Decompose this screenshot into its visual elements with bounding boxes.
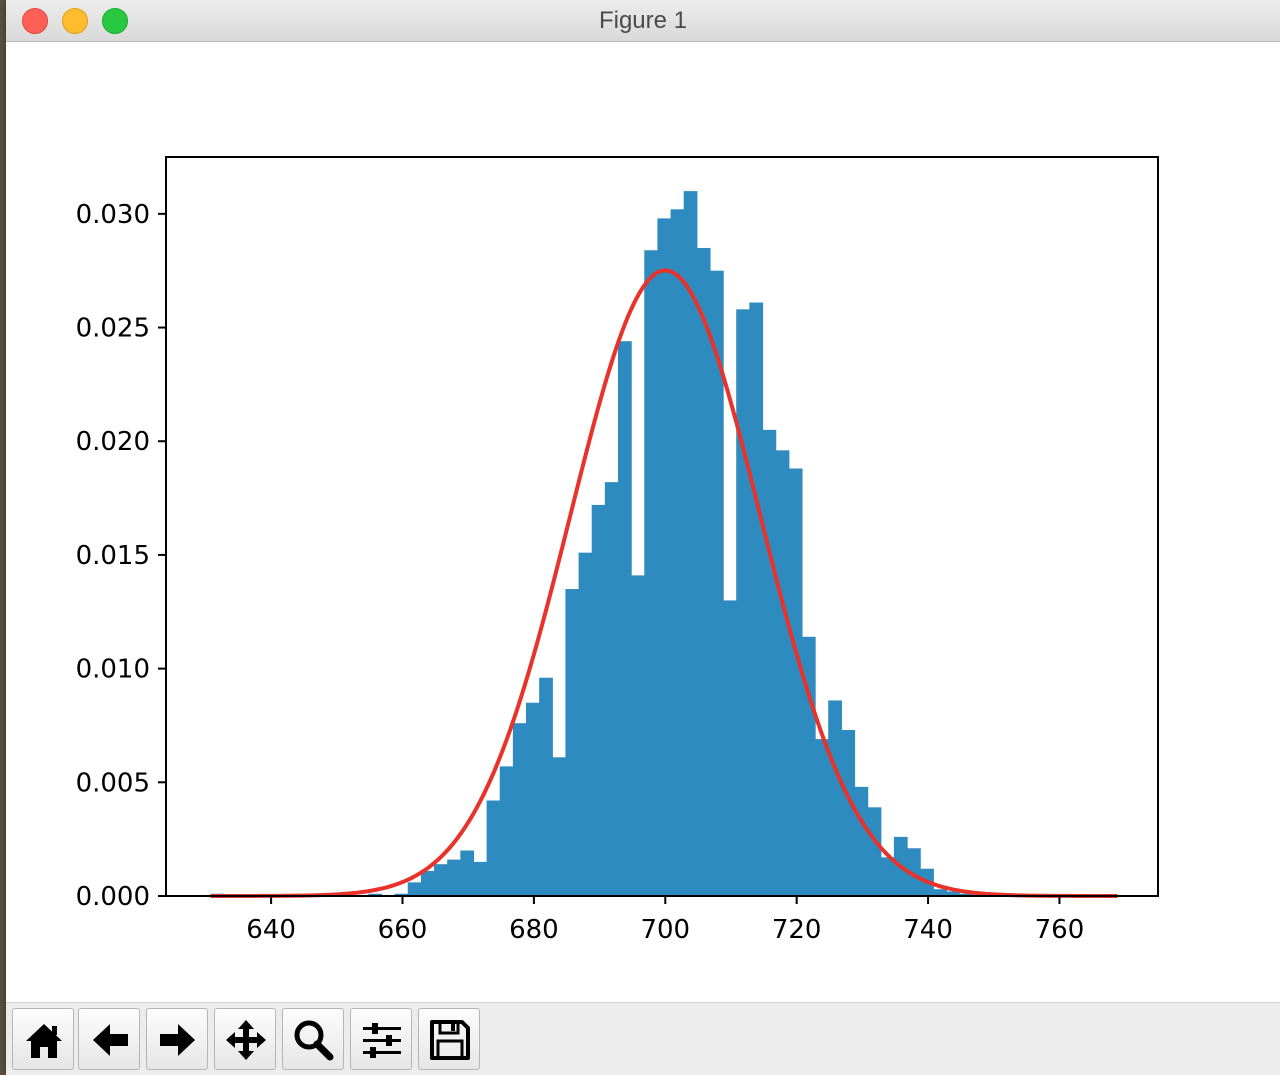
y-tick-label: 0.025 (76, 314, 150, 344)
histogram-bar (736, 309, 750, 897)
histogram-bar (591, 504, 606, 896)
title-bar[interactable]: Figure 1 (6, 0, 1280, 42)
y-tick-label: 0.015 (76, 541, 150, 571)
x-tick-label: 680 (509, 915, 559, 945)
arrow-right-icon (160, 1024, 195, 1056)
back-button[interactable] (78, 1008, 140, 1070)
histogram-bar (880, 857, 895, 896)
histogram-bar (828, 700, 842, 896)
histogram-bar (486, 800, 501, 896)
histogram-bar (539, 677, 553, 896)
histogram-bars (210, 191, 974, 897)
save-icon (430, 1020, 470, 1060)
histogram-bar (434, 864, 448, 896)
histogram-bar (933, 889, 948, 896)
y-tick-label: 0.020 (76, 427, 150, 457)
histogram-bar (552, 757, 567, 896)
histogram-bar (788, 468, 803, 896)
y-tick-label: 0.030 (76, 200, 150, 230)
window-title: Figure 1 (598, 7, 688, 34)
zoom-icon (294, 1020, 334, 1061)
histogram-bar (407, 882, 422, 896)
y-tick-label: 0.005 (76, 768, 150, 798)
histogram-bar (420, 870, 435, 896)
y-tick-label: 0.000 (76, 882, 150, 912)
histogram-bar (473, 861, 488, 896)
home-button[interactable] (12, 1008, 74, 1070)
navigation-toolbar (6, 1002, 1280, 1075)
histogram-bar (749, 302, 764, 897)
arrow-left-icon (93, 1024, 128, 1056)
x-axis-ticks: 640 660 680 700 720 740 760 (246, 896, 1084, 945)
x-tick-label: 640 (246, 915, 296, 945)
histogram-bar (526, 702, 540, 896)
y-tick-label: 0.010 (76, 655, 150, 685)
histogram-bar (617, 341, 632, 897)
histogram-bar (644, 250, 659, 897)
histogram-bar (604, 482, 619, 896)
histogram-bar (565, 589, 580, 896)
histogram-bar (670, 209, 685, 896)
histogram-bar (631, 575, 645, 896)
histogram-bar (815, 739, 829, 896)
x-tick-label: 760 (1035, 915, 1085, 945)
move-icon (226, 1020, 266, 1060)
histogram-bar (762, 429, 777, 896)
figure-canvas[interactable]: 640 660 680 700 720 740 760 0.000 0.005 0.010 0.0… (6, 42, 1280, 1002)
histogram-bar (447, 859, 461, 896)
histogram-bar (854, 786, 869, 896)
sliders-icon (363, 1023, 401, 1058)
x-tick-label: 720 (772, 915, 822, 945)
pan-button[interactable] (214, 1008, 276, 1070)
histogram-bar (775, 450, 790, 896)
zoom-button[interactable] (282, 1008, 344, 1070)
histogram-bar (723, 600, 737, 896)
configure-subplots-button[interactable] (350, 1008, 412, 1070)
home-icon (26, 1024, 62, 1058)
y-axis-ticks: 0.000 0.005 0.010 0.015 0.020 0.025 0.030 (76, 200, 166, 912)
x-tick-label: 660 (378, 915, 428, 945)
histogram-bar (696, 247, 711, 896)
histogram-chart: 640 660 680 700 720 740 760 0.0000.0050.0100.0… (76, 156, 1159, 945)
histogram-bar (841, 730, 856, 896)
x-tick-label: 700 (640, 915, 690, 945)
x-tick-label: 740 (903, 915, 953, 945)
figure-window: Figure 1 640 660 680 700 720 740 760 0.000 0.00… (6, 0, 1280, 1075)
histogram-bar (512, 723, 527, 896)
histogram-bar (867, 807, 882, 896)
forward-button[interactable] (146, 1008, 208, 1070)
histogram-bar (460, 850, 475, 896)
save-button[interactable] (418, 1008, 480, 1070)
histogram-bar (578, 552, 593, 896)
histogram-bar (499, 766, 514, 896)
histogram-bar (657, 218, 672, 896)
